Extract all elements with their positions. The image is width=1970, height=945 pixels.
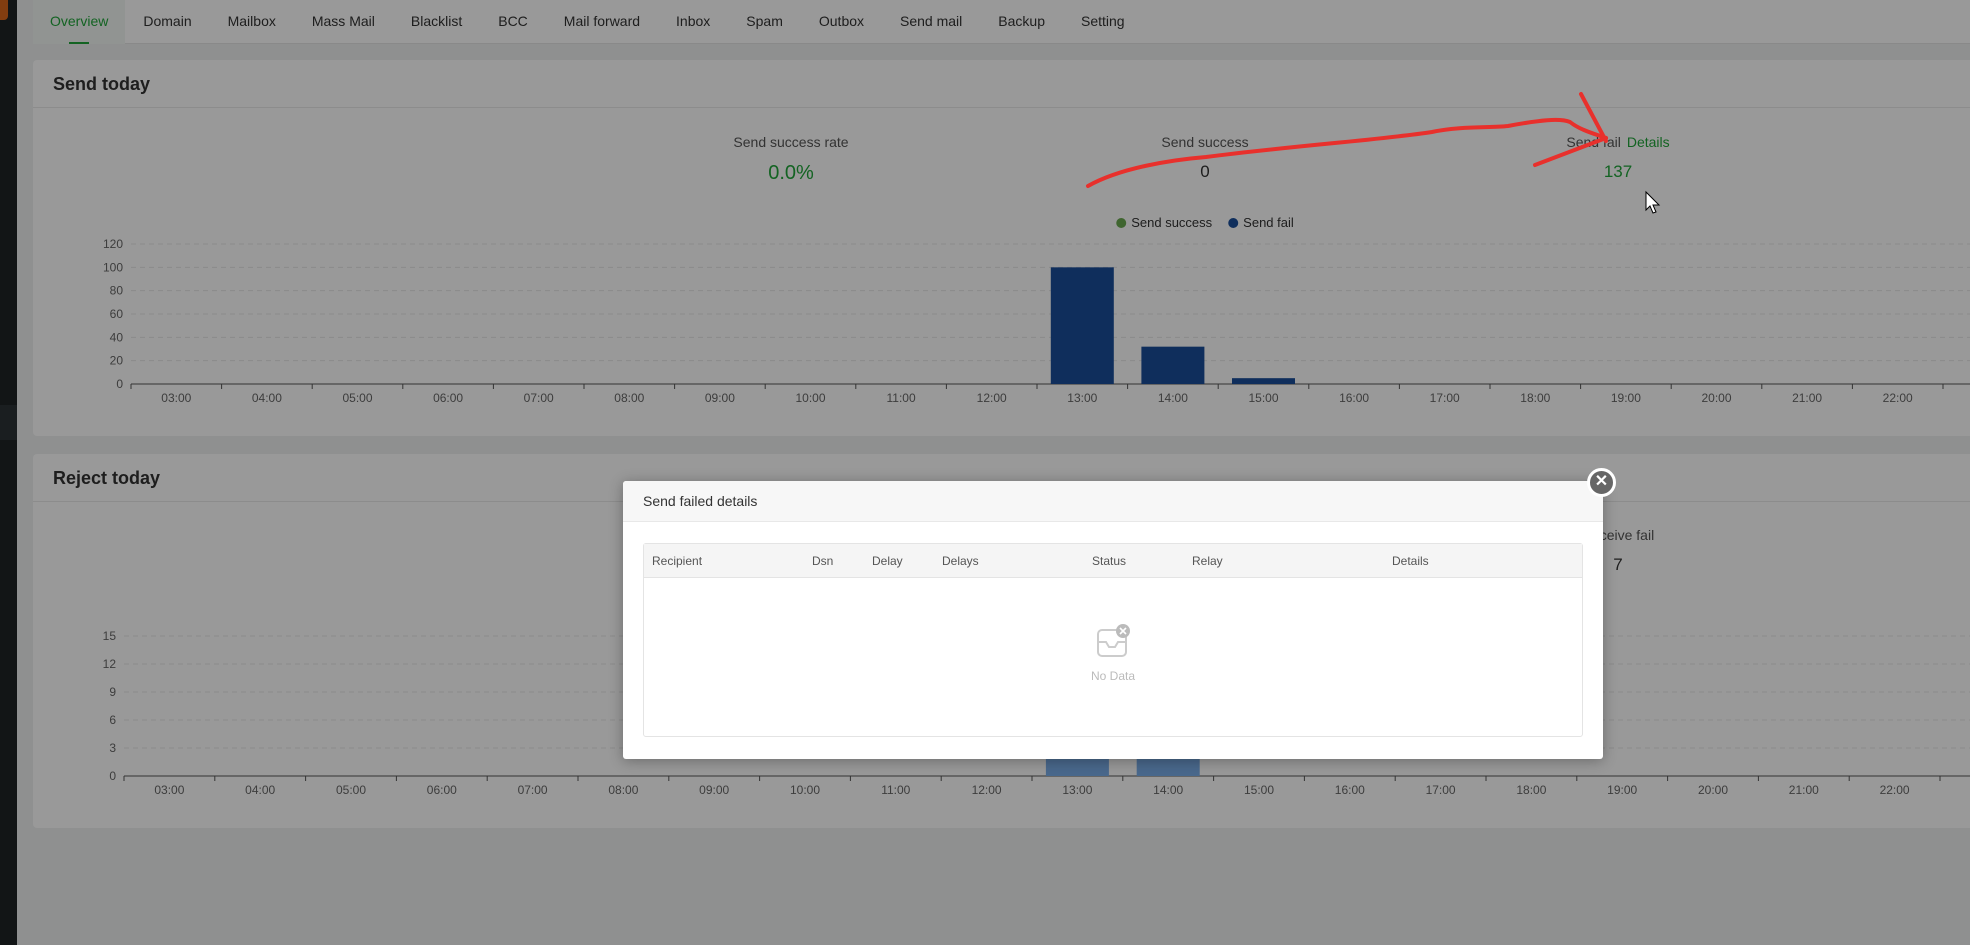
empty-inbox-icon (1097, 624, 1130, 657)
column-header-status[interactable]: Status (1092, 544, 1126, 578)
modal-title: Send failed details (623, 481, 1603, 522)
empty-state: No Data (644, 624, 1582, 683)
modal-backdrop[interactable] (0, 0, 1970, 945)
column-header-delays[interactable]: Delays (942, 544, 979, 578)
send-failed-details-modal: Send failed details Recipient Dsn Delay … (623, 481, 1603, 759)
column-header-dsn[interactable]: Dsn (812, 544, 833, 578)
modal-close-button[interactable]: ✕ (1587, 468, 1616, 497)
table-header: Recipient Dsn Delay Delays Status Relay … (644, 544, 1582, 578)
column-header-relay[interactable]: Relay (1192, 544, 1223, 578)
column-header-delay[interactable]: Delay (872, 544, 903, 578)
no-data-text: No Data (1090, 669, 1136, 683)
details-table: Recipient Dsn Delay Delays Status Relay … (643, 543, 1583, 737)
column-header-recipient[interactable]: Recipient (652, 544, 702, 578)
column-header-details[interactable]: Details (1392, 544, 1429, 578)
close-icon: ✕ (1594, 473, 1609, 490)
